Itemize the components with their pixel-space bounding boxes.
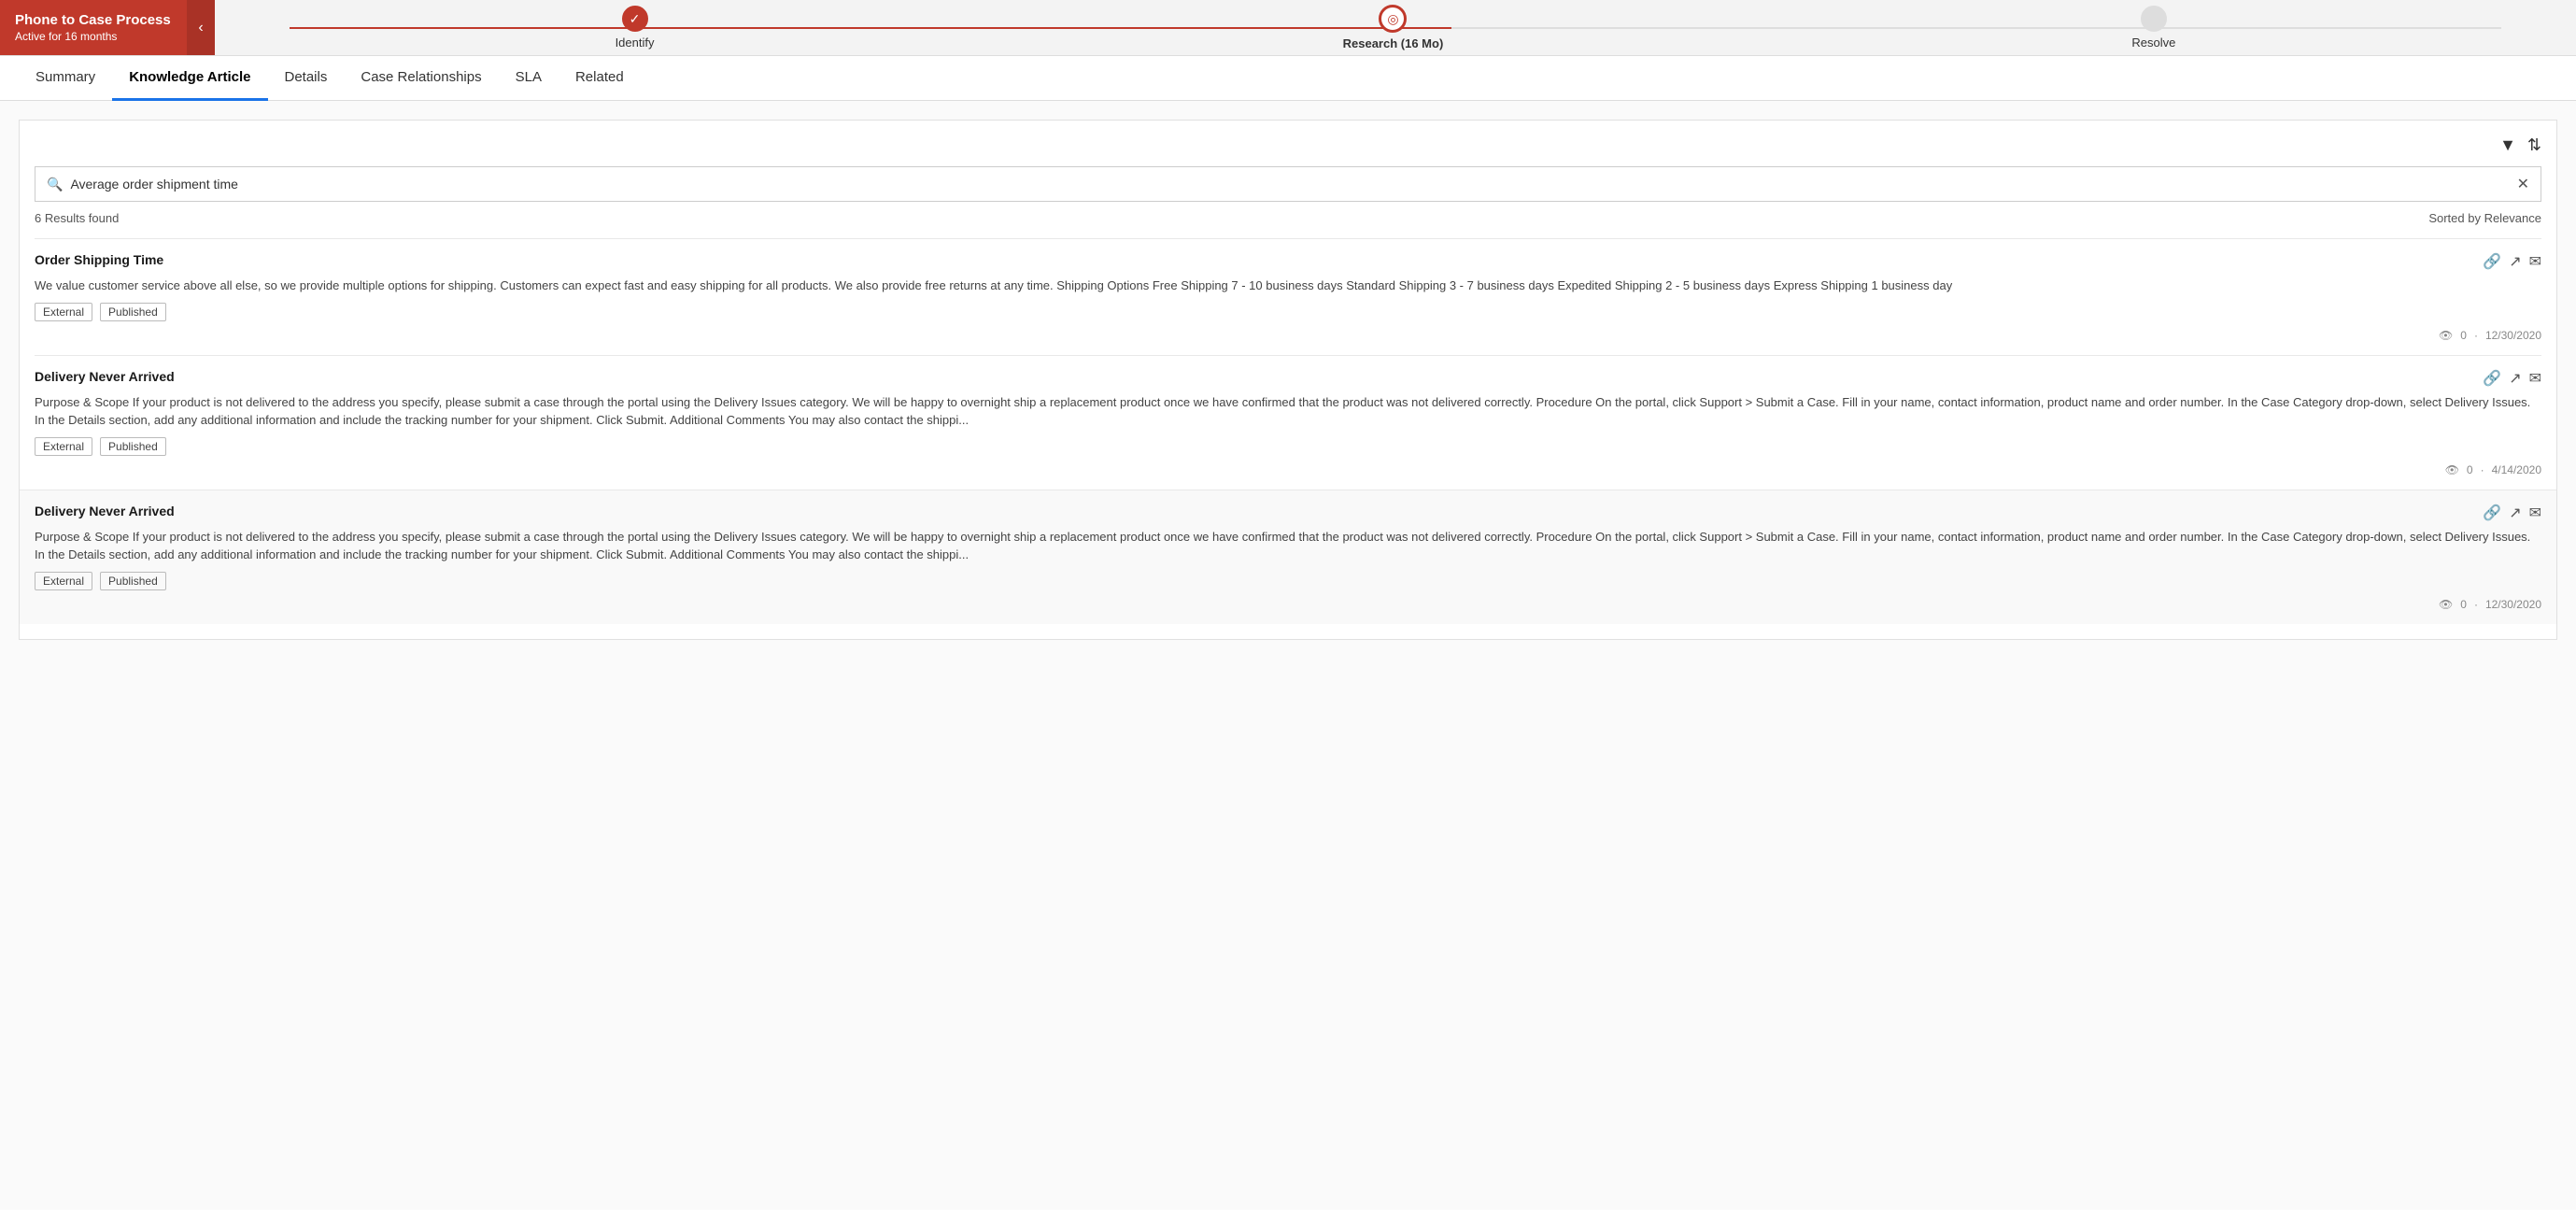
- results-meta: 6 Results found Sorted by Relevance: [35, 211, 2541, 225]
- article-title: Delivery Never Arrived: [35, 369, 175, 384]
- article-header: Delivery Never Arrived 🔗 ↗ ✉: [35, 504, 2541, 522]
- tab-knowledge-article[interactable]: Knowledge Article: [112, 56, 267, 101]
- article-tags: External Published: [35, 572, 2541, 590]
- chevron-left-icon: ‹: [198, 20, 203, 36]
- article-external-icon[interactable]: ↗: [2509, 252, 2521, 271]
- article-views: 0: [2460, 598, 2467, 611]
- process-bar: Phone to Case Process Active for 16 mont…: [0, 0, 2576, 56]
- article-link-icon[interactable]: 🔗: [2483, 504, 2501, 522]
- search-bar: 🔍 ✕: [35, 166, 2541, 202]
- step-resolve-circle: [2141, 6, 2167, 32]
- article-header: Delivery Never Arrived 🔗 ↗ ✉: [35, 369, 2541, 388]
- article-item: Order Shipping Time 🔗 ↗ ✉ We value custo…: [35, 238, 2541, 355]
- results-count: 6 Results found: [35, 211, 119, 225]
- article-views: 0: [2467, 463, 2473, 476]
- main-content: ▼ ⇅ 🔍 ✕ 6 Results found Sorted by Releva…: [0, 101, 2576, 1210]
- process-name: Phone to Case Process: [15, 12, 172, 28]
- step-research-circle: ◎: [1379, 5, 1407, 33]
- eye-icon: 👁: [2439, 598, 2453, 611]
- article-link-icon[interactable]: 🔗: [2483, 252, 2501, 271]
- article-body: We value customer service above all else…: [35, 277, 2541, 295]
- step-identify-label: Identify: [616, 35, 655, 50]
- article-title: Order Shipping Time: [35, 252, 163, 267]
- search-input[interactable]: [70, 177, 2516, 192]
- step-research-label: Research (16 Mo): [1343, 36, 1444, 50]
- article-separator: ·: [2474, 329, 2478, 342]
- article-date: 12/30/2020: [2485, 598, 2541, 611]
- tag-external: External: [35, 572, 92, 590]
- article-item: Delivery Never Arrived 🔗 ↗ ✉ Purpose & S…: [35, 355, 2541, 490]
- clear-search-icon[interactable]: ✕: [2517, 175, 2529, 193]
- tag-published: Published: [100, 437, 166, 456]
- tab-sla[interactable]: SLA: [499, 56, 559, 101]
- search-icon: 🔍: [47, 177, 63, 192]
- article-body: Purpose & Scope If your product is not d…: [35, 393, 2541, 430]
- toolbar-row: ▼ ⇅: [35, 135, 2541, 155]
- tag-published: Published: [100, 572, 166, 590]
- article-actions: 🔗 ↗ ✉: [2483, 369, 2541, 388]
- process-subtitle: Active for 16 months: [15, 30, 172, 43]
- article-views: 0: [2460, 329, 2467, 342]
- step-resolve[interactable]: Resolve: [2131, 6, 2175, 50]
- sort-icon[interactable]: ⇅: [2527, 135, 2541, 155]
- tab-summary[interactable]: Summary: [19, 56, 112, 101]
- step-identify[interactable]: ✓ Identify: [616, 6, 655, 50]
- filter-icon[interactable]: ▼: [2499, 135, 2516, 155]
- process-title: Phone to Case Process Active for 16 mont…: [0, 0, 187, 55]
- nav-tabs: Summary Knowledge Article Details Case R…: [0, 56, 2576, 101]
- article-footer: 👁 0 · 12/30/2020: [35, 329, 2541, 342]
- article-item: Delivery Never Arrived 🔗 ↗ ✉ Purpose & S…: [20, 490, 2556, 624]
- tag-published: Published: [100, 303, 166, 321]
- tab-details[interactable]: Details: [268, 56, 345, 101]
- article-link-icon[interactable]: 🔗: [2483, 369, 2501, 388]
- article-email-icon[interactable]: ✉: [2529, 252, 2541, 271]
- article-tags: External Published: [35, 303, 2541, 321]
- article-email-icon[interactable]: ✉: [2529, 504, 2541, 522]
- article-actions: 🔗 ↗ ✉: [2483, 252, 2541, 271]
- article-date: 12/30/2020: [2485, 329, 2541, 342]
- article-email-icon[interactable]: ✉: [2529, 369, 2541, 388]
- process-line-fill: [290, 27, 1451, 29]
- tag-external: External: [35, 303, 92, 321]
- step-identify-circle: ✓: [622, 6, 648, 32]
- article-external-icon[interactable]: ↗: [2509, 504, 2521, 522]
- process-collapse-button[interactable]: ‹: [187, 0, 215, 55]
- article-date: 4/14/2020: [2492, 463, 2541, 476]
- step-research[interactable]: ◎ Research (16 Mo): [1343, 5, 1444, 50]
- tab-case-relationships[interactable]: Case Relationships: [344, 56, 498, 101]
- article-actions: 🔗 ↗ ✉: [2483, 504, 2541, 522]
- eye-icon: 👁: [2439, 329, 2453, 342]
- article-footer: 👁 0 · 4/14/2020: [35, 463, 2541, 476]
- article-body: Purpose & Scope If your product is not d…: [35, 528, 2541, 564]
- article-separator: ·: [2474, 598, 2478, 611]
- article-title: Delivery Never Arrived: [35, 504, 175, 518]
- process-steps: ✓ Identify ◎ Research (16 Mo) Resolve: [215, 5, 2576, 50]
- tag-external: External: [35, 437, 92, 456]
- article-footer: 👁 0 · 12/30/2020: [35, 598, 2541, 611]
- step-resolve-label: Resolve: [2131, 35, 2175, 50]
- article-separator: ·: [2481, 463, 2484, 476]
- eye-icon: 👁: [2445, 463, 2459, 476]
- article-external-icon[interactable]: ↗: [2509, 369, 2521, 388]
- tab-related[interactable]: Related: [559, 56, 641, 101]
- article-tags: External Published: [35, 437, 2541, 456]
- knowledge-article-card: ▼ ⇅ 🔍 ✕ 6 Results found Sorted by Releva…: [19, 120, 2557, 640]
- article-header: Order Shipping Time 🔗 ↗ ✉: [35, 252, 2541, 271]
- results-sort: Sorted by Relevance: [2428, 211, 2541, 225]
